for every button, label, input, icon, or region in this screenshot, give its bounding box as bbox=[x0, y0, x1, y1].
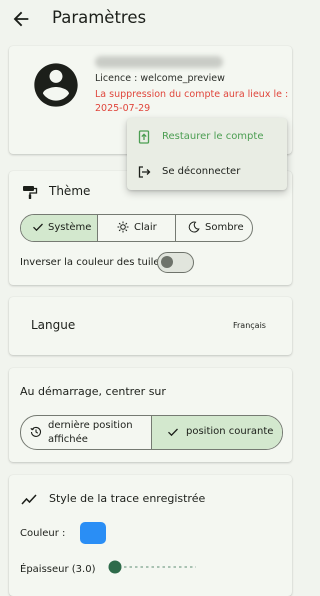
startup-option-current-position[interactable]: position courante bbox=[152, 416, 282, 449]
trace-thickness-slider[interactable] bbox=[108, 559, 198, 575]
language-card[interactable]: Langue Français bbox=[9, 297, 292, 355]
startup-title: Au démarrage, centrer sur bbox=[20, 385, 166, 398]
startup-segmented-control: dernière position affichée position cour… bbox=[20, 415, 283, 450]
toggle-knob bbox=[161, 256, 173, 268]
sun-icon bbox=[117, 221, 129, 233]
account-popup-menu: Restaurer le compte Se déconnecter bbox=[127, 118, 287, 190]
theme-option-dark[interactable]: Sombre bbox=[176, 215, 252, 241]
licence-text: Licence : welcome_preview bbox=[95, 73, 225, 84]
startup-option-label: position courante bbox=[186, 426, 274, 437]
deletion-notice: La suppression du compte aura lieux le :… bbox=[95, 89, 289, 114]
check-icon bbox=[168, 428, 178, 437]
paint-roller-icon bbox=[23, 186, 38, 199]
language-value[interactable]: Français bbox=[233, 321, 266, 330]
page-title: Paramètres bbox=[52, 8, 147, 27]
trending-line-icon bbox=[21, 494, 37, 505]
app-bar: Paramètres bbox=[0, 0, 301, 40]
theme-option-label: Clair bbox=[134, 222, 157, 233]
menu-item-label: Restaurer le compte bbox=[162, 131, 264, 142]
theme-option-label: Sombre bbox=[205, 222, 244, 233]
trace-color-swatch[interactable] bbox=[80, 522, 106, 544]
username-redacted bbox=[95, 56, 223, 68]
trace-style-title: Style de la trace enregistrée bbox=[49, 492, 206, 505]
theme-option-label: Système bbox=[48, 222, 92, 233]
menu-item-restore-account[interactable]: Restaurer le compte bbox=[127, 120, 287, 154]
menu-item-label: Se déconnecter bbox=[162, 166, 241, 177]
restore-upload-icon bbox=[138, 130, 150, 144]
startup-option-label: dernière position affichée bbox=[48, 420, 133, 445]
logout-icon bbox=[138, 166, 151, 178]
language-title: Langue bbox=[31, 318, 76, 332]
theme-segmented-control: Système Clair Sombre bbox=[20, 214, 253, 242]
invert-tiles-label: Inverser la couleur des tuiles bbox=[20, 257, 165, 268]
theme-option-light[interactable]: Clair bbox=[98, 215, 176, 241]
slider-thumb bbox=[108, 560, 122, 574]
trace-thickness-label: Épaisseur (3.0) bbox=[20, 564, 96, 575]
startup-card: Au démarrage, centrer sur dernière posit… bbox=[9, 368, 292, 462]
account-circle-icon bbox=[34, 63, 78, 107]
arrow-back-icon[interactable] bbox=[10, 8, 32, 30]
theme-option-system[interactable]: Système bbox=[21, 215, 98, 241]
theme-title: Thème bbox=[49, 184, 91, 198]
trace-style-card: Style de la trace enregistrée Couleur : … bbox=[9, 475, 292, 596]
menu-item-logout[interactable]: Se déconnecter bbox=[127, 155, 287, 189]
check-icon bbox=[33, 223, 43, 232]
invert-tiles-toggle[interactable] bbox=[157, 252, 194, 273]
startup-option-last-position[interactable]: dernière position affichée bbox=[21, 416, 152, 449]
history-icon bbox=[30, 426, 42, 437]
moon-icon bbox=[188, 221, 200, 233]
trace-color-label: Couleur : bbox=[20, 528, 66, 539]
